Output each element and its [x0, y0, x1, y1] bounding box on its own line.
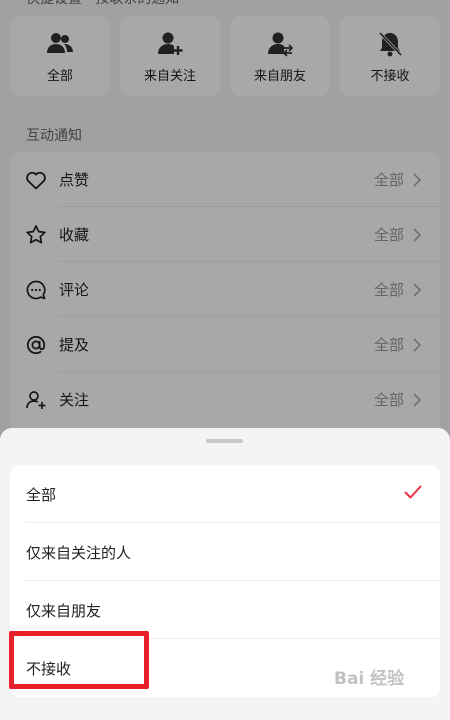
sheet-drag-handle[interactable]: [206, 439, 243, 443]
option-label: 仅来自朋友: [26, 602, 102, 620]
option-label: 全部: [26, 486, 57, 504]
option-all[interactable]: 全部: [10, 465, 440, 523]
watermark: Bai 经验: [334, 669, 405, 689]
annotation-highlight-box: [9, 631, 149, 689]
option-label: 仅来自关注的人: [26, 544, 132, 562]
option-following-only[interactable]: 仅来自关注的人: [10, 523, 440, 581]
checkmark-icon: [404, 485, 422, 499]
